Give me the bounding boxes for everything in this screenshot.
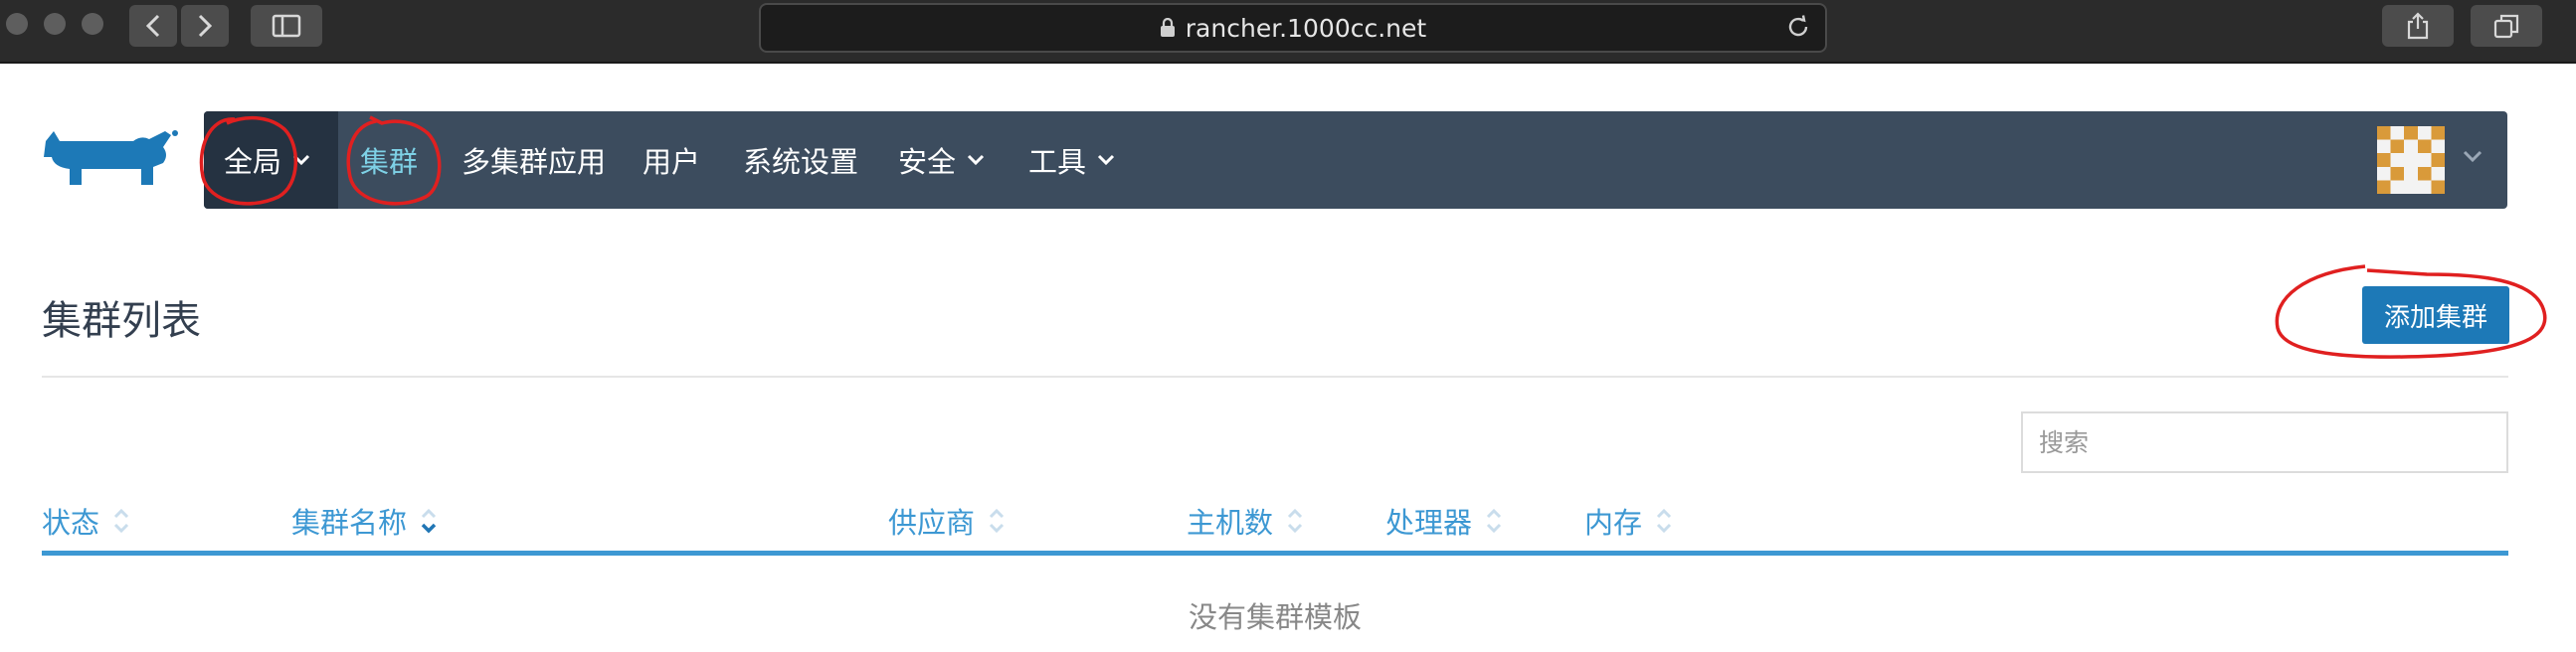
- column-header-provider[interactable]: 供应商: [888, 499, 1007, 543]
- back-button[interactable]: [129, 5, 177, 47]
- sort-icon: [987, 506, 1007, 536]
- chevron-left-icon: [145, 14, 160, 38]
- column-header-label: 处理器: [1385, 506, 1473, 540]
- global-scope-menu[interactable]: 全局: [204, 111, 338, 209]
- sort-icon: [111, 506, 131, 536]
- nav-item-label: 工具: [1028, 145, 1087, 179]
- column-header-name[interactable]: 集群名称: [291, 499, 439, 543]
- reload-icon[interactable]: [1785, 14, 1811, 40]
- window-close-button[interactable]: [6, 13, 28, 35]
- window-minimize-button[interactable]: [44, 13, 66, 35]
- chevron-down-icon: [966, 153, 986, 167]
- nav-item-label: 多集群应用: [461, 145, 607, 179]
- column-header-label: 主机数: [1187, 506, 1274, 540]
- chevron-down-icon: [1096, 153, 1116, 167]
- page-title: 集群列表: [42, 298, 201, 344]
- share-icon: [2407, 12, 2429, 40]
- nav-item-users[interactable]: 用户: [643, 111, 700, 209]
- url-text: rancher.1000cc.net: [1185, 13, 1427, 43]
- nav-item-label: 用户: [643, 145, 701, 179]
- column-header-nodes[interactable]: 主机数: [1187, 499, 1305, 543]
- sort-icon: [1654, 506, 1674, 536]
- nav-item-tools[interactable]: 工具: [1028, 111, 1116, 209]
- column-header-memory[interactable]: 内存: [1584, 499, 1674, 543]
- nav-item-label: 安全: [898, 145, 957, 179]
- window-zoom-button[interactable]: [82, 13, 103, 35]
- lock-icon: [1160, 18, 1175, 37]
- column-header-label: 集群名称: [291, 506, 408, 540]
- sort-icon: [1484, 506, 1504, 536]
- nav-item-clusters[interactable]: 集群: [360, 111, 418, 209]
- column-header-cpu[interactable]: 处理器: [1385, 499, 1504, 543]
- chevron-right-icon: [198, 14, 213, 38]
- add-cluster-button[interactable]: 添加集群: [2362, 286, 2509, 344]
- column-header-label: 状态: [42, 506, 100, 540]
- sidebar-toggle-button[interactable]: [251, 5, 322, 47]
- chevron-down-icon: [291, 153, 311, 167]
- browser-toolbar: rancher.1000cc.net: [0, 0, 2576, 64]
- rancher-logo[interactable]: [42, 127, 181, 189]
- address-bar[interactable]: rancher.1000cc.net: [759, 3, 1827, 53]
- sort-icon: [1285, 506, 1305, 536]
- tabs-icon: [2493, 14, 2519, 39]
- column-header-label: 供应商: [888, 506, 976, 540]
- empty-state-text: 没有集群模板: [1188, 600, 1362, 634]
- table-header-underline: [42, 551, 2508, 556]
- header-divider: [42, 376, 2508, 378]
- user-avatar[interactable]: [2377, 126, 2445, 194]
- main-navbar: 全局 集群 多集群应用 用户 系统设置 安全 工具: [204, 111, 2507, 209]
- column-header-state[interactable]: 状态: [42, 499, 131, 543]
- chevron-down-icon[interactable]: [2462, 149, 2484, 163]
- sidebar-icon: [272, 14, 301, 38]
- search-input[interactable]: [2021, 411, 2508, 473]
- tabs-overview-button[interactable]: [2471, 5, 2542, 47]
- sort-descending-icon: [419, 506, 439, 536]
- nav-item-system-settings[interactable]: 系统设置: [743, 111, 858, 209]
- forward-button[interactable]: [181, 5, 229, 47]
- column-header-label: 内存: [1584, 506, 1643, 540]
- nav-item-multi-cluster-apps[interactable]: 多集群应用: [461, 111, 606, 209]
- nav-item-label: 集群: [360, 145, 419, 179]
- share-button[interactable]: [2382, 5, 2454, 47]
- global-scope-label: 全局: [224, 145, 282, 179]
- nav-item-label: 系统设置: [743, 145, 859, 179]
- nav-item-security[interactable]: 安全: [898, 111, 986, 209]
